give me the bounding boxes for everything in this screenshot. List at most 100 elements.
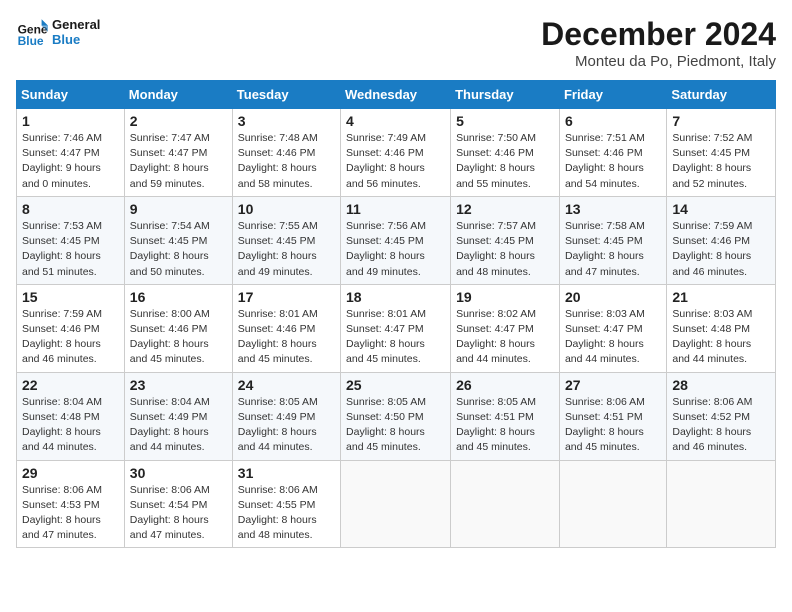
day-number: 14: [672, 201, 770, 217]
table-row: 24 Sunrise: 8:05 AMSunset: 4:49 PMDaylig…: [232, 372, 340, 460]
title-block: December 2024 Monteu da Po, Piedmont, It…: [541, 16, 776, 70]
day-number: 22: [22, 377, 119, 393]
day-number: 31: [238, 465, 335, 481]
day-info: Sunrise: 8:01 AMSunset: 4:47 PMDaylight:…: [346, 307, 445, 368]
calendar-week-row: 29 Sunrise: 8:06 AMSunset: 4:53 PMDaylig…: [17, 460, 776, 548]
day-info: Sunrise: 8:00 AMSunset: 4:46 PMDaylight:…: [130, 307, 227, 368]
day-number: 1: [22, 113, 119, 129]
day-number: 20: [565, 289, 661, 305]
day-info: Sunrise: 8:05 AMSunset: 4:50 PMDaylight:…: [346, 395, 445, 456]
day-number: 30: [130, 465, 227, 481]
table-row: 11 Sunrise: 7:56 AMSunset: 4:45 PMDaylig…: [341, 196, 451, 284]
day-info: Sunrise: 8:02 AMSunset: 4:47 PMDaylight:…: [456, 307, 554, 368]
table-row: 9 Sunrise: 7:54 AMSunset: 4:45 PMDayligh…: [124, 196, 232, 284]
day-number: 28: [672, 377, 770, 393]
day-info: Sunrise: 7:59 AMSunset: 4:46 PMDaylight:…: [672, 219, 770, 280]
calendar-week-row: 15 Sunrise: 7:59 AMSunset: 4:46 PMDaylig…: [17, 284, 776, 372]
day-info: Sunrise: 7:54 AMSunset: 4:45 PMDaylight:…: [130, 219, 227, 280]
col-monday: Monday: [124, 81, 232, 109]
day-info: Sunrise: 8:05 AMSunset: 4:49 PMDaylight:…: [238, 395, 335, 456]
col-wednesday: Wednesday: [341, 81, 451, 109]
day-info: Sunrise: 8:04 AMSunset: 4:48 PMDaylight:…: [22, 395, 119, 456]
col-thursday: Thursday: [451, 81, 560, 109]
day-info: Sunrise: 7:48 AMSunset: 4:46 PMDaylight:…: [238, 131, 335, 192]
day-info: Sunrise: 7:59 AMSunset: 4:46 PMDaylight:…: [22, 307, 119, 368]
day-number: 16: [130, 289, 227, 305]
day-info: Sunrise: 8:03 AMSunset: 4:47 PMDaylight:…: [565, 307, 661, 368]
table-row: 7 Sunrise: 7:52 AMSunset: 4:45 PMDayligh…: [667, 109, 776, 197]
day-info: Sunrise: 8:06 AMSunset: 4:55 PMDaylight:…: [238, 483, 335, 544]
table-row: 26 Sunrise: 8:05 AMSunset: 4:51 PMDaylig…: [451, 372, 560, 460]
table-row: 16 Sunrise: 8:00 AMSunset: 4:46 PMDaylig…: [124, 284, 232, 372]
calendar-week-row: 22 Sunrise: 8:04 AMSunset: 4:48 PMDaylig…: [17, 372, 776, 460]
day-number: 6: [565, 113, 661, 129]
table-row: [341, 460, 451, 548]
table-row: 2 Sunrise: 7:47 AMSunset: 4:47 PMDayligh…: [124, 109, 232, 197]
day-number: 24: [238, 377, 335, 393]
table-row: 28 Sunrise: 8:06 AMSunset: 4:52 PMDaylig…: [667, 372, 776, 460]
day-number: 9: [130, 201, 227, 217]
location-text: Monteu da Po, Piedmont, Italy: [541, 53, 776, 70]
day-number: 21: [672, 289, 770, 305]
day-info: Sunrise: 7:49 AMSunset: 4:46 PMDaylight:…: [346, 131, 445, 192]
table-row: 19 Sunrise: 8:02 AMSunset: 4:47 PMDaylig…: [451, 284, 560, 372]
table-row: 23 Sunrise: 8:04 AMSunset: 4:49 PMDaylig…: [124, 372, 232, 460]
day-info: Sunrise: 8:06 AMSunset: 4:52 PMDaylight:…: [672, 395, 770, 456]
logo: General Blue General Blue: [16, 16, 100, 48]
table-row: [559, 460, 666, 548]
calendar-table: Sunday Monday Tuesday Wednesday Thursday…: [16, 80, 776, 548]
table-row: 13 Sunrise: 7:58 AMSunset: 4:45 PMDaylig…: [559, 196, 666, 284]
day-info: Sunrise: 7:47 AMSunset: 4:47 PMDaylight:…: [130, 131, 227, 192]
day-info: Sunrise: 8:01 AMSunset: 4:46 PMDaylight:…: [238, 307, 335, 368]
day-number: 17: [238, 289, 335, 305]
day-number: 12: [456, 201, 554, 217]
table-row: 20 Sunrise: 8:03 AMSunset: 4:47 PMDaylig…: [559, 284, 666, 372]
col-saturday: Saturday: [667, 81, 776, 109]
table-row: 4 Sunrise: 7:49 AMSunset: 4:46 PMDayligh…: [341, 109, 451, 197]
day-info: Sunrise: 8:06 AMSunset: 4:51 PMDaylight:…: [565, 395, 661, 456]
calendar-week-row: 1 Sunrise: 7:46 AMSunset: 4:47 PMDayligh…: [17, 109, 776, 197]
col-friday: Friday: [559, 81, 666, 109]
day-info: Sunrise: 7:53 AMSunset: 4:45 PMDaylight:…: [22, 219, 119, 280]
table-row: 15 Sunrise: 7:59 AMSunset: 4:46 PMDaylig…: [17, 284, 125, 372]
table-row: 12 Sunrise: 7:57 AMSunset: 4:45 PMDaylig…: [451, 196, 560, 284]
table-row: 30 Sunrise: 8:06 AMSunset: 4:54 PMDaylig…: [124, 460, 232, 548]
day-info: Sunrise: 8:03 AMSunset: 4:48 PMDaylight:…: [672, 307, 770, 368]
table-row: 8 Sunrise: 7:53 AMSunset: 4:45 PMDayligh…: [17, 196, 125, 284]
table-row: 5 Sunrise: 7:50 AMSunset: 4:46 PMDayligh…: [451, 109, 560, 197]
table-row: 18 Sunrise: 8:01 AMSunset: 4:47 PMDaylig…: [341, 284, 451, 372]
month-title: December 2024: [541, 16, 776, 53]
table-row: 27 Sunrise: 8:06 AMSunset: 4:51 PMDaylig…: [559, 372, 666, 460]
day-number: 15: [22, 289, 119, 305]
day-info: Sunrise: 7:55 AMSunset: 4:45 PMDaylight:…: [238, 219, 335, 280]
day-info: Sunrise: 7:52 AMSunset: 4:45 PMDaylight:…: [672, 131, 770, 192]
table-row: 31 Sunrise: 8:06 AMSunset: 4:55 PMDaylig…: [232, 460, 340, 548]
day-number: 8: [22, 201, 119, 217]
day-info: Sunrise: 7:56 AMSunset: 4:45 PMDaylight:…: [346, 219, 445, 280]
day-number: 11: [346, 201, 445, 217]
svg-text:Blue: Blue: [18, 34, 44, 48]
table-row: 10 Sunrise: 7:55 AMSunset: 4:45 PMDaylig…: [232, 196, 340, 284]
col-tuesday: Tuesday: [232, 81, 340, 109]
day-number: 10: [238, 201, 335, 217]
table-row: 17 Sunrise: 8:01 AMSunset: 4:46 PMDaylig…: [232, 284, 340, 372]
day-number: 25: [346, 377, 445, 393]
day-number: 3: [238, 113, 335, 129]
col-sunday: Sunday: [17, 81, 125, 109]
day-number: 13: [565, 201, 661, 217]
day-info: Sunrise: 7:50 AMSunset: 4:46 PMDaylight:…: [456, 131, 554, 192]
day-info: Sunrise: 8:06 AMSunset: 4:53 PMDaylight:…: [22, 483, 119, 544]
day-number: 4: [346, 113, 445, 129]
day-number: 27: [565, 377, 661, 393]
day-number: 19: [456, 289, 554, 305]
table-row: [451, 460, 560, 548]
table-row: 22 Sunrise: 8:04 AMSunset: 4:48 PMDaylig…: [17, 372, 125, 460]
day-number: 2: [130, 113, 227, 129]
day-info: Sunrise: 7:57 AMSunset: 4:45 PMDaylight:…: [456, 219, 554, 280]
day-number: 5: [456, 113, 554, 129]
logo-general-text: General: [52, 17, 100, 32]
day-info: Sunrise: 7:58 AMSunset: 4:45 PMDaylight:…: [565, 219, 661, 280]
table-row: 3 Sunrise: 7:48 AMSunset: 4:46 PMDayligh…: [232, 109, 340, 197]
day-info: Sunrise: 8:04 AMSunset: 4:49 PMDaylight:…: [130, 395, 227, 456]
calendar-header-row: Sunday Monday Tuesday Wednesday Thursday…: [17, 81, 776, 109]
